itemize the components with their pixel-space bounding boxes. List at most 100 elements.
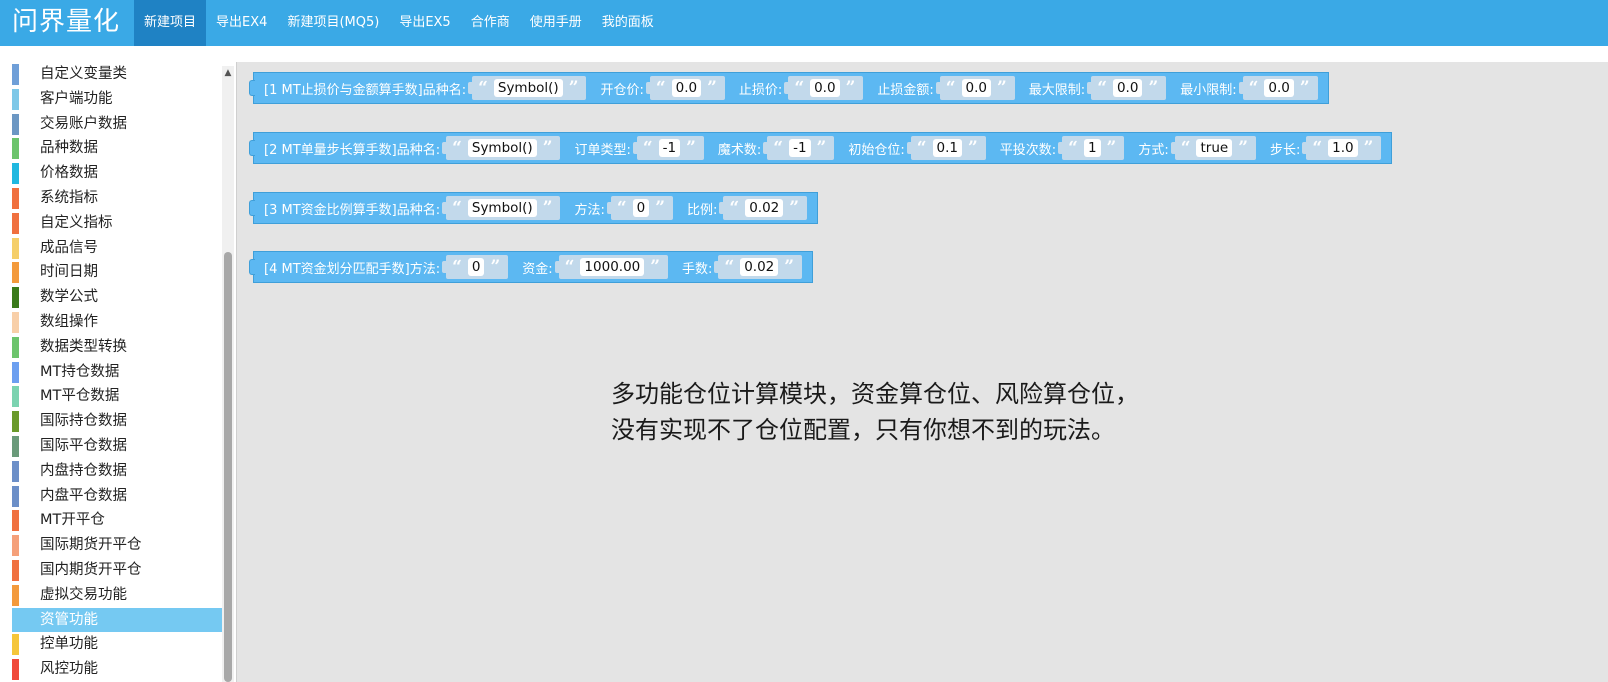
nav-item-2[interactable]: 新建项目(MQ5) bbox=[277, 0, 389, 46]
text-value-block[interactable]: “ 0 ” bbox=[442, 255, 509, 279]
nav-item-1[interactable]: 导出EX4 bbox=[206, 0, 277, 46]
sidebar-item-label: 国际持仓数据 bbox=[40, 413, 127, 430]
text-value-block[interactable]: “ -1 ” bbox=[632, 136, 704, 160]
sidebar-item-4[interactable]: 价格数据 bbox=[12, 161, 226, 186]
sidebar-item-14[interactable]: 国际持仓数据 bbox=[12, 409, 226, 434]
open-quote-icon: “ bbox=[773, 138, 784, 158]
block-title: [2 MT单量步长算手数]品种名: bbox=[264, 142, 441, 158]
param-value-field[interactable]: Symbol() bbox=[467, 199, 537, 217]
param-value-field[interactable]: -1 bbox=[658, 139, 681, 157]
nav-item-6[interactable]: 我的面板 bbox=[592, 0, 664, 46]
position-calc-block-4[interactable]: [4 MT资金划分匹配手数]方法: “ 0 ” 资金: “ 1000.00 ” 手数: “ 0.02… bbox=[249, 251, 814, 283]
param-value-field[interactable]: 0.0 bbox=[1112, 79, 1143, 97]
nav-item-5[interactable]: 使用手册 bbox=[520, 0, 592, 46]
text-value-block[interactable]: “ 1 ” bbox=[1058, 136, 1125, 160]
caption-line-1: 多功能仓位计算模块，资金算仓位、风险算仓位， bbox=[611, 380, 1139, 408]
param-value-field[interactable]: 0.0 bbox=[810, 79, 840, 97]
sidebar-item-13[interactable]: MT平仓数据 bbox=[12, 384, 226, 409]
param-value-field[interactable]: 0.0 bbox=[1264, 79, 1294, 97]
text-value-block[interactable]: “ 0.0 ” bbox=[645, 76, 725, 100]
text-value-block[interactable]: “ 1000.00 ” bbox=[554, 255, 669, 279]
param-value-field[interactable]: 1 bbox=[1083, 139, 1101, 157]
sidebar-item-20[interactable]: 国内期货开平仓 bbox=[12, 558, 226, 583]
value-connector bbox=[442, 261, 447, 273]
text-value-block[interactable]: “ Symbol() ” bbox=[468, 76, 587, 100]
text-value-block[interactable]: “ Symbol() ” bbox=[442, 136, 561, 160]
param-value-field[interactable]: 0.0 bbox=[671, 79, 702, 97]
sidebar-item-3[interactable]: 品种数据 bbox=[12, 136, 226, 161]
sidebar-item-10[interactable]: 数组操作 bbox=[12, 310, 226, 335]
category-color-swatch bbox=[12, 435, 19, 457]
block-connector bbox=[249, 80, 255, 96]
close-quote-icon: ” bbox=[655, 198, 666, 218]
text-value-block[interactable]: “ 0.0 ” bbox=[935, 76, 1015, 100]
sidebar-item-23[interactable]: 控单功能 bbox=[12, 632, 226, 657]
open-quote-icon: “ bbox=[794, 78, 805, 98]
text-value-block[interactable]: “ true ” bbox=[1170, 136, 1256, 160]
sidebar-item-24[interactable]: 风控功能 bbox=[12, 657, 226, 682]
sidebar-item-7[interactable]: 成品信号 bbox=[12, 236, 226, 261]
sidebar-item-19[interactable]: 国际期货开平仓 bbox=[12, 533, 226, 558]
value-connector bbox=[1058, 142, 1063, 154]
param-value-field[interactable]: 1.0 bbox=[1328, 139, 1358, 157]
nav-item-4[interactable]: 合作商 bbox=[461, 0, 520, 46]
sidebar-item-18[interactable]: MT开平仓 bbox=[12, 508, 226, 533]
param-value-field[interactable]: Symbol() bbox=[467, 139, 537, 157]
category-color-swatch bbox=[12, 138, 19, 160]
close-quote-icon: ” bbox=[1238, 138, 1248, 158]
app-logo[interactable]: 问界量化 bbox=[0, 0, 134, 46]
open-quote-icon: “ bbox=[452, 138, 462, 158]
text-value-block[interactable]: “ 0.1 ” bbox=[906, 136, 986, 160]
sidebar-item-12[interactable]: MT持仓数据 bbox=[12, 360, 226, 385]
text-value-block[interactable]: “ 0.0 ” bbox=[1087, 76, 1167, 100]
sidebar-item-8[interactable]: 时间日期 bbox=[12, 260, 226, 285]
scroll-thumb[interactable] bbox=[224, 252, 232, 682]
sidebar-item-2[interactable]: 交易账户数据 bbox=[12, 112, 226, 137]
scroll-up-arrow-icon[interactable]: ▲ bbox=[222, 66, 234, 80]
sidebar-item-17[interactable]: 内盘平仓数据 bbox=[12, 484, 226, 509]
position-calc-block-3[interactable]: [3 MT资金比例算手数]品种名: “ Symbol() ” 方法: “ 0 ” 比例: “ 0.0… bbox=[249, 192, 819, 224]
param-value-field[interactable]: -1 bbox=[789, 139, 811, 157]
param-value-field[interactable]: 0.02 bbox=[745, 199, 784, 217]
param-value-field[interactable]: 0.02 bbox=[740, 258, 779, 276]
sidebar-item-label: 虚拟交易功能 bbox=[40, 586, 127, 603]
caption-line-2: 没有实现不了仓位配置，只有你想不到的玩法。 bbox=[611, 416, 1115, 444]
nav-item-0[interactable]: 新建项目 bbox=[134, 0, 207, 46]
sidebar-item-1[interactable]: 客户端功能 bbox=[12, 87, 226, 112]
text-value-block[interactable]: “ 0.02 ” bbox=[714, 255, 803, 279]
sidebar-item-15[interactable]: 国际平仓数据 bbox=[12, 434, 226, 459]
param-value-field[interactable]: 1000.00 bbox=[580, 258, 645, 276]
text-value-block[interactable]: “ Symbol() ” bbox=[442, 196, 561, 220]
text-value-block[interactable]: “ 0 ” bbox=[606, 196, 674, 220]
sidebar-item-label: 国际期货开平仓 bbox=[40, 537, 142, 554]
param-value-field[interactable]: 0 bbox=[632, 199, 650, 217]
close-quote-icon: ” bbox=[1299, 78, 1310, 98]
param-value-field[interactable]: 0.0 bbox=[961, 79, 992, 97]
param-value-field[interactable]: 0.1 bbox=[932, 139, 962, 157]
sidebar-item-6[interactable]: 自定义指标 bbox=[12, 211, 226, 236]
sidebar-item-9[interactable]: 数学公式 bbox=[12, 285, 226, 310]
sidebar-item-5[interactable]: 系统指标 bbox=[12, 186, 226, 211]
sidebar-item-11[interactable]: 数据类型转换 bbox=[12, 335, 226, 360]
text-value-block[interactable]: “ 0.0 ” bbox=[784, 76, 864, 100]
category-color-swatch bbox=[12, 485, 19, 507]
param-value-field[interactable]: 0 bbox=[467, 258, 485, 276]
sidebar-item-0[interactable]: 自定义变量类 bbox=[12, 62, 226, 87]
text-value-block[interactable]: “ -1 ” bbox=[763, 136, 835, 160]
sidebar-item-21[interactable]: 虚拟交易功能 bbox=[12, 583, 226, 608]
text-value-block[interactable]: “ 0.02 ” bbox=[719, 196, 808, 220]
position-calc-block-1[interactable]: [1 MT止损价与金额算手数]品种名: “ Symbol() ” 开仓价: “ 0.0 ” 止损… bbox=[249, 72, 1329, 104]
position-calc-block-2[interactable]: [2 MT单量步长算手数]品种名: “ Symbol() ” 订单类型: “ -1 ” 魔术数:… bbox=[249, 132, 1393, 164]
param-label: 开仓价: bbox=[600, 82, 644, 98]
nav-item-3[interactable]: 导出EX5 bbox=[389, 0, 460, 46]
text-value-block[interactable]: “ 1.0 ” bbox=[1302, 136, 1382, 160]
sidebar-item-16[interactable]: 内盘持仓数据 bbox=[12, 459, 226, 484]
block-workspace[interactable]: [1 MT止损价与金额算手数]品种名: “ Symbol() ” 开仓价: “ 0.0 ” 止损… bbox=[236, 62, 1608, 682]
param-label: 魔术数: bbox=[717, 142, 762, 158]
param-value-field[interactable]: Symbol() bbox=[493, 79, 563, 97]
sidebar-scrollbar[interactable]: ▲ bbox=[222, 66, 234, 682]
sidebar-item-22[interactable]: 资管功能 bbox=[12, 607, 226, 633]
block-title: [3 MT资金比例算手数]品种名: bbox=[264, 202, 441, 218]
param-value-field[interactable]: true bbox=[1196, 139, 1233, 157]
text-value-block[interactable]: “ 0.0 ” bbox=[1238, 76, 1318, 100]
